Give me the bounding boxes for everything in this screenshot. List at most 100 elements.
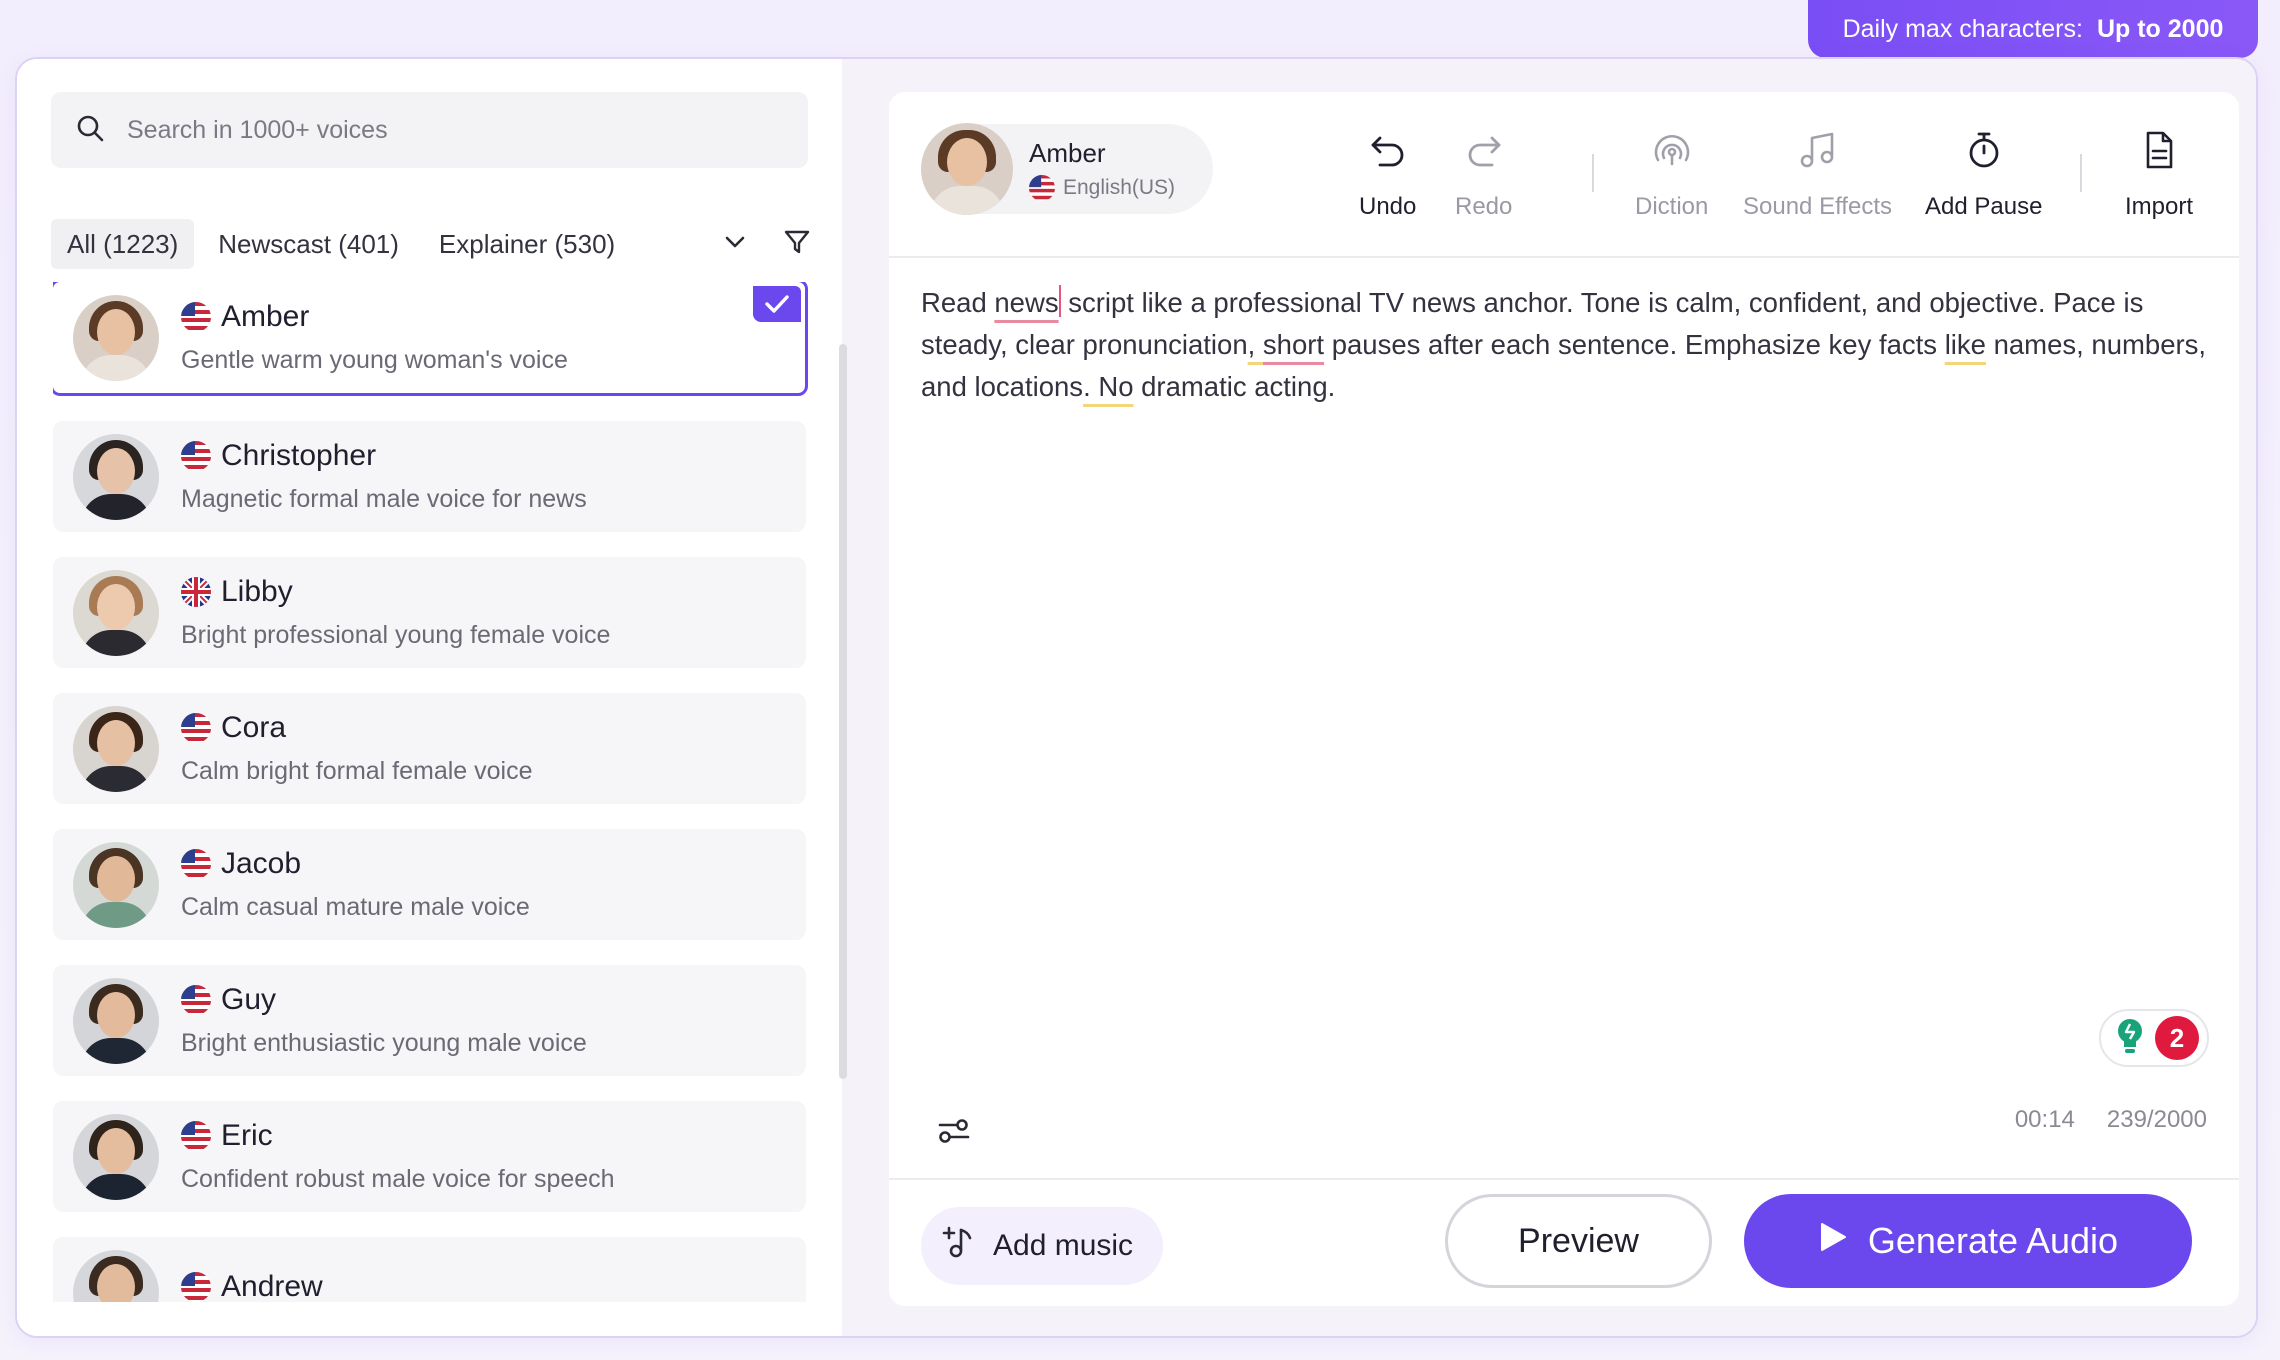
sound-effects-button[interactable]: Sound Effects	[1743, 130, 1892, 221]
add-music-button[interactable]: Add music	[921, 1207, 1163, 1285]
avatar	[73, 705, 159, 792]
filter-icon[interactable]	[783, 228, 811, 261]
current-voice-selector[interactable]: Amber English(US)	[921, 123, 1213, 215]
undo-button[interactable]: Undo	[1359, 130, 1416, 221]
us-flag-icon	[181, 713, 211, 743]
play-icon	[1818, 1220, 1848, 1262]
sound-effects-label: Sound Effects	[1743, 193, 1892, 220]
avatar	[73, 841, 159, 928]
us-flag-icon	[181, 1271, 211, 1302]
voice-name: Guy	[221, 983, 277, 1016]
flagged-word[interactable]: ,	[1248, 329, 1263, 360]
language-label: English(US)	[1063, 175, 1176, 199]
voice-name: Cora	[221, 711, 287, 744]
avatar	[73, 569, 159, 656]
redo-label: Redo	[1455, 193, 1513, 220]
import-button[interactable]: Import	[2125, 130, 2193, 221]
voice-card-guy[interactable]: Guy Bright enthusiastic young male voice	[53, 965, 806, 1076]
current-voice-language: English(US)	[1029, 174, 1176, 201]
script-text: pauses after each sentence. Emphasize ke…	[1324, 329, 1945, 360]
voice-name: Libby	[221, 575, 293, 608]
chevron-down-icon[interactable]	[723, 230, 747, 259]
flagged-word[interactable]: like	[1945, 329, 1986, 360]
suggestions-indicator[interactable]: 2	[2099, 1009, 2209, 1067]
main-card: All (1223) Newscast (401) Explainer (530…	[15, 57, 2258, 1338]
search-input[interactable]	[127, 115, 747, 145]
toolbar-divider	[2080, 154, 2082, 192]
voice-panel: All (1223) Newscast (401) Explainer (530…	[17, 59, 842, 1336]
add-music-label: Add music	[993, 1229, 1134, 1262]
voice-list: Amber Gentle warm young woman's voice Ch…	[53, 282, 823, 1302]
uk-flag-icon	[181, 577, 211, 607]
editor-meta: 00:14 239/2000	[2015, 1106, 2207, 1134]
tab-all[interactable]: All (1223)	[51, 219, 195, 269]
voice-card-amber[interactable]: Amber Gentle warm young woman's voice	[53, 282, 808, 396]
import-label: Import	[2125, 193, 2194, 220]
voice-card-eric[interactable]: Eric Confident robust male voice for spe…	[53, 1101, 806, 1212]
voice-name: Amber	[221, 300, 310, 333]
add-pause-label: Add Pause	[1925, 193, 2043, 220]
voice-card-andrew[interactable]: Andrew	[53, 1237, 806, 1302]
stopwatch-icon	[1964, 130, 2004, 177]
us-flag-icon	[181, 302, 211, 332]
voice-description: Confident robust male voice for speech	[181, 1165, 615, 1193]
generate-audio-button[interactable]: Generate Audio	[1744, 1194, 2192, 1288]
footer-divider	[889, 1178, 2239, 1180]
voice-card-christopher[interactable]: Christopher Magnetic formal male voice f…	[53, 421, 806, 532]
voice-description: Bright enthusiastic young male voice	[181, 1029, 587, 1057]
daily-limit-label: Daily max characters:	[1842, 14, 2083, 43]
us-flag-icon	[1029, 174, 1055, 201]
diction-label: Diction	[1635, 193, 1709, 220]
avatar	[921, 123, 1013, 215]
daily-limit-value: Up to 2000	[2096, 14, 2224, 43]
voice-card-cora[interactable]: Cora Calm bright formal female voice	[53, 693, 806, 804]
avatar	[73, 294, 159, 381]
current-voice-name: Amber	[1029, 137, 1106, 168]
flagged-word[interactable]: news	[994, 287, 1058, 318]
voice-name: Christopher	[221, 439, 377, 472]
avatar	[73, 433, 159, 520]
preview-button[interactable]: Preview	[1445, 1194, 1712, 1288]
check-icon	[753, 286, 801, 322]
toolbar-divider	[1592, 154, 1594, 192]
us-flag-icon	[181, 1121, 211, 1151]
voice-list-scrollbar[interactable]	[839, 344, 847, 1079]
voice-description: Gentle warm young woman's voice	[181, 346, 568, 374]
flagged-word[interactable]: short	[1263, 329, 1324, 360]
avatar	[73, 977, 159, 1064]
diction-icon	[1651, 130, 1693, 177]
voice-card-jacob[interactable]: Jacob Calm casual mature male voice	[53, 829, 806, 940]
duration-readout: 00:14	[2014, 1106, 2075, 1133]
voice-name: Jacob	[221, 847, 302, 880]
script-text-area[interactable]: Read news script like a professional TV …	[921, 282, 2211, 408]
music-note-icon	[1798, 130, 1838, 177]
search-icon	[75, 113, 105, 148]
editor-toolbar: Amber English(US) Undo Redo Diction Soun…	[889, 92, 2239, 258]
script-text: Read	[921, 287, 995, 318]
us-flag-icon	[181, 441, 211, 471]
tab-newscast[interactable]: Newscast (401)	[202, 219, 415, 269]
voice-category-tabs: All (1223) Newscast (401) Explainer (530…	[51, 219, 821, 269]
us-flag-icon	[181, 849, 211, 879]
undo-icon	[1368, 130, 1408, 177]
lightbulb-icon	[2113, 1017, 2147, 1060]
voice-description: Calm casual mature male voice	[181, 893, 530, 921]
tab-explainer[interactable]: Explainer (530)	[423, 219, 631, 269]
avatar	[73, 1249, 159, 1302]
add-pause-button[interactable]: Add Pause	[1925, 130, 2042, 221]
us-flag-icon	[181, 985, 211, 1015]
avatar	[73, 1113, 159, 1200]
diction-button[interactable]: Diction	[1635, 130, 1708, 221]
voice-card-libby[interactable]: Libby Bright professional young female v…	[53, 557, 806, 668]
redo-button[interactable]: Redo	[1455, 130, 1512, 221]
voice-description: Calm bright formal female voice	[181, 757, 533, 785]
redo-icon	[1464, 130, 1504, 177]
sliders-icon[interactable]	[937, 1116, 971, 1151]
character-count: 239/2000	[2106, 1106, 2207, 1133]
undo-label: Undo	[1359, 193, 1417, 220]
search-box[interactable]	[51, 92, 808, 168]
voice-description: Magnetic formal male voice for news	[181, 485, 587, 513]
flagged-word[interactable]: . No	[1083, 371, 1133, 402]
tab-tools	[723, 228, 821, 261]
add-music-icon	[941, 1224, 977, 1268]
